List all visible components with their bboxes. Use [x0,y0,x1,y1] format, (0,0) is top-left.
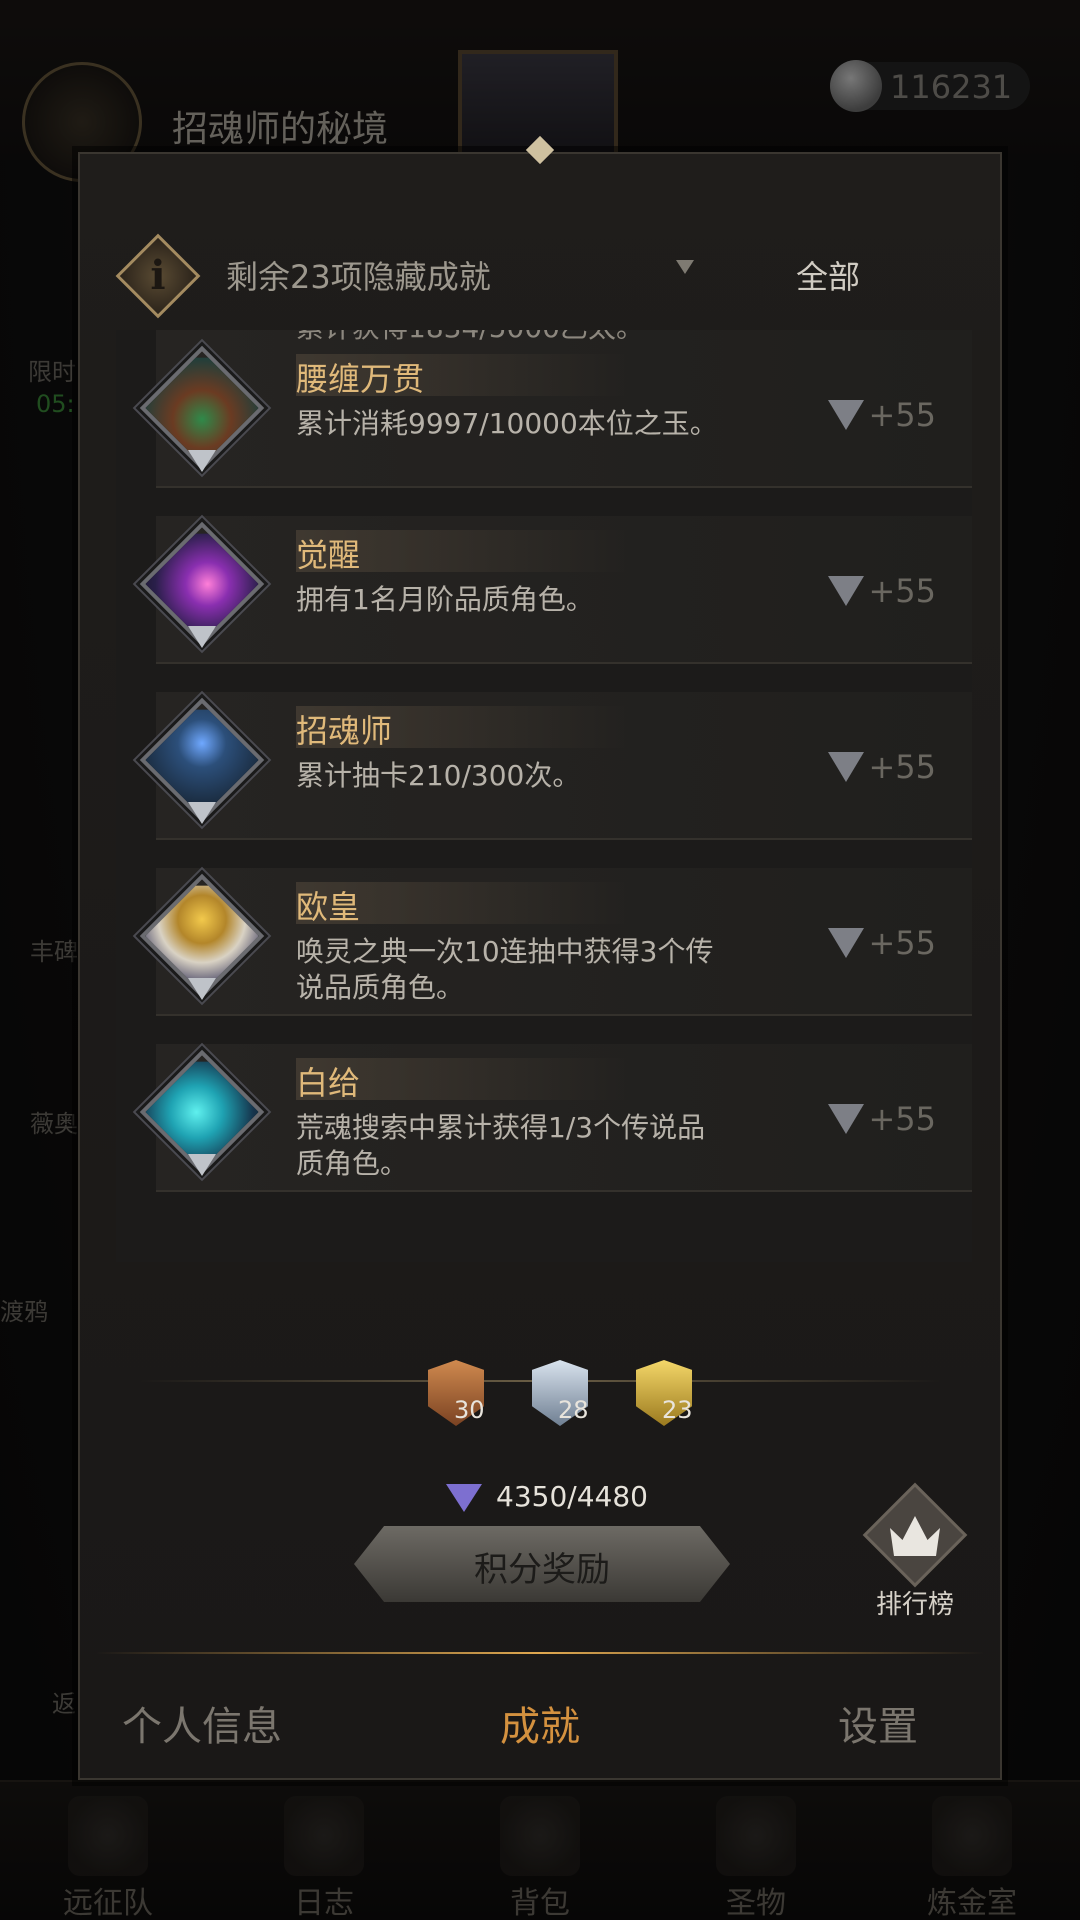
tab-personal-info[interactable]: 个人信息 [122,1694,282,1752]
dropdown-arrow-icon[interactable] [676,260,694,274]
score-triangle-icon [828,752,865,782]
list-item: 腰缠万贯 累计消耗9997/10000本位之玉。 +55 [116,330,972,496]
gold-medal-icon: 23 [628,1356,698,1436]
achievement-desc: 累计抽卡210/300次。 [296,759,581,792]
achievement-reward: +55 [828,572,936,610]
list-item: 觉醒 拥有1名月阶品质角色。 +55 [116,506,972,672]
achievement-desc: 累计消耗9997/10000本位之玉。 [296,407,718,440]
achievement-list[interactable]: 累计获得1834/5000乙太。 腰缠万贯 累计消耗9997/10000本位之玉… [116,330,972,1262]
list-item: 欧皇 唤灵之典一次10连抽中获得3个传说品质角色。 +55 [116,858,972,1024]
silver-medal-count: 28 [558,1396,589,1424]
achievement-score: 4350/4480 [496,1480,648,1513]
tab-achievement[interactable]: 成就 [500,1694,580,1752]
points-reward-label[interactable]: 积分奖励 [354,1542,730,1591]
ranking-button[interactable]: 排行榜 [860,1482,970,1620]
filter-dropdown[interactable]: 全部 [796,252,860,298]
treasure-chest-icon [136,342,268,474]
bronze-medal-icon: 30 [420,1356,490,1436]
info-icon[interactable]: i [115,233,201,319]
summoner-altar-icon [136,694,268,826]
ghost-icon [136,1046,268,1178]
ranking-label: 排行榜 [875,1590,954,1620]
silver-medal-icon: 28 [524,1356,594,1436]
tab-settings[interactable]: 设置 [838,1694,918,1752]
achievement-desc: 拥有1名月阶品质角色。 [296,583,594,616]
achievement-desc: 唤灵之典一次10连抽中获得3个传说品质角色。 [296,935,714,1004]
score-triangle-icon [828,576,865,606]
score-triangle-icon [828,400,865,430]
achievement-reward: +55 [828,748,936,786]
awakening-orb-icon [136,518,268,650]
gold-medal-count: 23 [662,1396,693,1424]
tabs-divider [96,1652,984,1654]
achievement-desc: 荒魂搜索中累计获得1/3个传说品质角色。 [296,1111,706,1180]
achievement-title: 觉醒 [296,536,361,574]
filter-bar: i 剩余23项隐藏成就 全部 [115,230,972,322]
achievement-reward: +55 [828,396,936,434]
crown-head-icon [136,870,268,1002]
achievement-title: 欧皇 [296,888,361,926]
score-triangle-icon [446,1484,482,1512]
achievement-reward: +55 [828,924,936,962]
hidden-achievements-text: 剩余23项隐藏成就 [226,258,491,296]
list-item: 招魂师 累计抽卡210/300次。 +55 [116,682,972,848]
achievement-reward: +55 [828,1100,936,1138]
medal-summary: 30 28 23 [420,1356,720,1436]
achievement-title: 腰缠万贯 [296,360,425,398]
achievement-title: 白给 [296,1064,361,1102]
bronze-medal-count: 30 [454,1396,485,1424]
achievement-title: 招魂师 [296,712,393,750]
list-item: 白给 荒魂搜索中累计获得1/3个传说品质角色。 +55 [116,1034,972,1200]
score-triangle-icon [828,928,865,958]
score-triangle-icon [828,1104,865,1134]
